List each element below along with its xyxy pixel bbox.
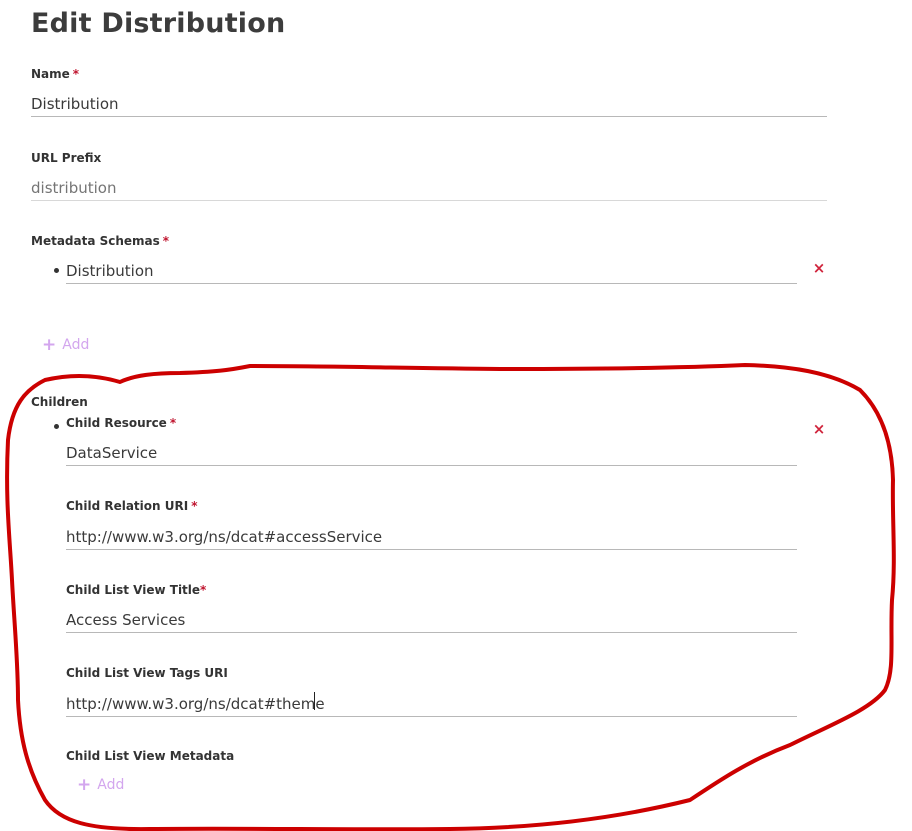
list-bullet bbox=[54, 268, 59, 273]
required-marker: * bbox=[191, 499, 198, 513]
remove-child-button[interactable]: × bbox=[811, 421, 827, 437]
child-relation-uri-label: Child Relation URI * bbox=[66, 499, 197, 513]
metadata-schemas-label: Metadata Schemas * bbox=[31, 234, 169, 248]
child-list-view-title-label-text: Child List View Title bbox=[66, 583, 201, 597]
add-label: Add bbox=[62, 337, 90, 353]
child-resource-input[interactable] bbox=[66, 440, 797, 466]
add-label: Add bbox=[97, 777, 125, 793]
url-prefix-label: URL Prefix bbox=[31, 151, 101, 165]
child-list-view-tags-uri-label-text: Child List View Tags URI bbox=[66, 666, 228, 680]
add-child-list-view-metadata-button[interactable]: + Add bbox=[77, 775, 125, 795]
close-icon: × bbox=[812, 259, 826, 277]
close-icon: × bbox=[812, 420, 826, 438]
child-relation-uri-input[interactable] bbox=[66, 524, 797, 550]
add-metadata-schema-button[interactable]: + Add bbox=[42, 335, 90, 355]
plus-icon: + bbox=[42, 335, 57, 355]
child-list-view-metadata-label: Child List View Metadata bbox=[66, 749, 234, 763]
children-label: Children bbox=[31, 395, 88, 409]
page-title: Edit Distribution bbox=[31, 8, 286, 39]
required-marker: * bbox=[200, 583, 207, 597]
plus-icon: + bbox=[77, 775, 92, 795]
url-prefix-input[interactable] bbox=[31, 175, 827, 201]
child-list-view-tags-uri-label: Child List View Tags URI bbox=[66, 666, 228, 680]
name-label-text: Name bbox=[31, 67, 70, 81]
metadata-schema-input[interactable] bbox=[66, 258, 797, 284]
url-prefix-label-text: URL Prefix bbox=[31, 151, 102, 165]
name-input[interactable] bbox=[31, 91, 827, 117]
required-marker: * bbox=[162, 234, 170, 248]
child-relation-uri-label-text: Child Relation URI bbox=[66, 499, 189, 513]
required-marker: * bbox=[72, 67, 80, 81]
metadata-schemas-label-text: Metadata Schemas bbox=[31, 234, 160, 248]
remove-metadata-schema-button[interactable]: × bbox=[811, 260, 827, 276]
child-list-view-title-label: Child List View Title* bbox=[66, 583, 206, 597]
text-cursor bbox=[314, 692, 315, 710]
required-marker: * bbox=[169, 416, 177, 430]
child-resource-label: Child Resource * bbox=[66, 416, 176, 430]
child-resource-label-text: Child Resource bbox=[66, 416, 167, 430]
name-label: Name * bbox=[31, 67, 79, 81]
child-list-view-metadata-label-text: Child List View Metadata bbox=[66, 749, 235, 763]
child-list-view-title-input[interactable] bbox=[66, 607, 797, 633]
list-bullet bbox=[54, 424, 59, 429]
child-list-view-tags-uri-input[interactable] bbox=[66, 691, 797, 717]
